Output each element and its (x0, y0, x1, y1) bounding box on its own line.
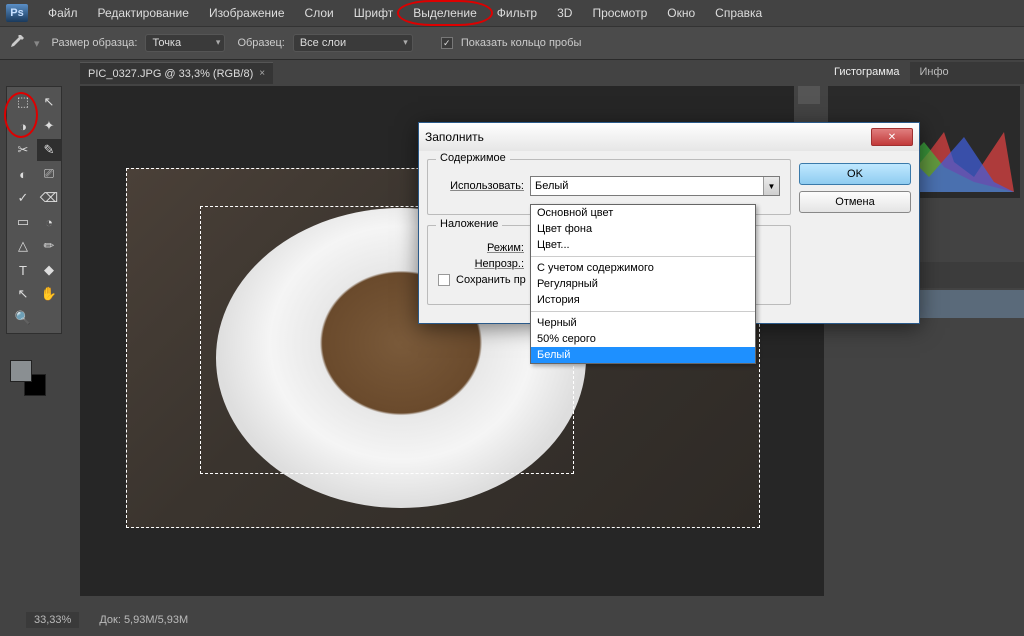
dodge-tool-icon[interactable]: △ (11, 235, 35, 257)
panel-icon[interactable] (798, 86, 820, 104)
show-ring-checkbox[interactable]: ✓ (441, 37, 453, 49)
menu-filter[interactable]: Фильтр (487, 2, 547, 24)
dropdown-item-selected[interactable]: Белый (531, 347, 755, 363)
use-label: Использовать: (438, 180, 524, 192)
menu-select[interactable]: Выделение (403, 2, 487, 24)
close-icon[interactable]: × (259, 68, 265, 79)
menu-window[interactable]: Окно (657, 2, 705, 24)
zoom-tool-icon[interactable]: 🔍 (11, 307, 35, 329)
doc-size-label: Док: (99, 614, 121, 626)
document-tab-label: PIC_0327.JPG @ 33,3% (RGB/8) (88, 68, 253, 80)
menu-type[interactable]: Шрифт (344, 2, 403, 24)
dialog-title: Заполнить (425, 130, 484, 144)
dialog-titlebar[interactable]: Заполнить ✕ (419, 123, 919, 151)
pen-tool-icon[interactable]: ✏ (37, 235, 61, 257)
type-tool-icon[interactable]: T (11, 259, 35, 281)
menu-image[interactable]: Изображение (199, 2, 295, 24)
menu-edit[interactable]: Редактирование (88, 2, 199, 24)
tab-info[interactable]: Инфо (910, 62, 959, 84)
status-bar: 33,33% Док: 5,93M/5,93M (26, 608, 188, 632)
dropdown-item[interactable]: Регулярный (531, 276, 755, 292)
dropdown-item[interactable]: Цвет... (531, 237, 755, 253)
options-bar: ▾ Размер образца: Точка Образец: Все сло… (0, 26, 1024, 60)
dropdown-separator (531, 311, 755, 312)
healing-tool-icon[interactable]: ◐ (11, 163, 35, 185)
menu-help[interactable]: Справка (705, 2, 772, 24)
ok-button[interactable]: OK (799, 163, 911, 185)
lasso-tool-icon[interactable]: ◑ (11, 115, 35, 137)
sample-layers-label: Образец: (237, 37, 284, 49)
show-ring-label: Показать кольцо пробы (461, 37, 582, 49)
histogram-panel-tabs: Гистограмма Инфо (824, 62, 1024, 84)
sample-size-label: Размер образца: (52, 37, 138, 49)
chevron-down-icon[interactable]: ▼ (763, 177, 779, 195)
dropdown-separator (531, 256, 755, 257)
blend-legend: Наложение (436, 218, 502, 230)
app-logo: Ps (6, 4, 28, 22)
sample-layers-select[interactable]: Все слои (293, 34, 413, 52)
crop-tool-icon[interactable]: ✂ (11, 139, 35, 161)
menu-file[interactable]: Файл (38, 2, 88, 24)
menu-bar: Ps Файл Редактирование Изображение Слои … (0, 0, 1024, 26)
dropdown-item[interactable]: Цвет фона (531, 221, 755, 237)
eraser-tool-icon[interactable]: ⌫ (37, 187, 61, 209)
sample-size-select[interactable]: Точка (145, 34, 225, 52)
menu-3d[interactable]: 3D (547, 2, 582, 24)
cancel-button[interactable]: Отмена (799, 191, 911, 213)
blur-tool-icon[interactable]: ◔ (37, 211, 61, 233)
tab-histogram[interactable]: Гистограмма (824, 62, 910, 84)
document-tabs: PIC_0327.JPG @ 33,3% (RGB/8) × (80, 62, 273, 84)
marquee-tool-icon[interactable]: ⬚ (11, 91, 35, 113)
use-dropdown[interactable]: Основной цвет Цвет фона Цвет... С учетом… (530, 204, 756, 364)
tool-palette: ⬚ ↖ ◑ ✦ ✂ ✎ ◐ ⎚ ✓ ⌫ ▭ ◔ △ ✏ T ◆ ↖ ✋ 🔍 (6, 86, 62, 334)
gradient-tool-icon[interactable]: ▭ (11, 211, 35, 233)
document-tab[interactable]: PIC_0327.JPG @ 33,3% (RGB/8) × (80, 62, 273, 84)
collapsed-panel-icons[interactable] (794, 82, 824, 122)
eyedropper-tool-icon[interactable]: ✎ (37, 139, 61, 161)
content-legend: Содержимое (436, 152, 510, 164)
eyedropper-icon (8, 34, 26, 52)
quick-select-tool-icon[interactable]: ✦ (37, 115, 61, 137)
zoom-level[interactable]: 33,33% (26, 612, 79, 628)
brush-tool-icon[interactable]: ⎚ (37, 163, 61, 185)
menu-layers[interactable]: Слои (295, 2, 344, 24)
dropdown-item[interactable]: История (531, 292, 755, 308)
dropdown-item[interactable]: Основной цвет (531, 205, 755, 221)
use-select[interactable]: Белый ▼ (530, 176, 780, 196)
opacity-label: Непрозр.: (438, 258, 524, 270)
dropdown-item[interactable]: С учетом содержимого (531, 260, 755, 276)
hand-tool-icon[interactable]: ✋ (37, 283, 61, 305)
menu-view[interactable]: Просмотр (582, 2, 657, 24)
path-select-tool-icon[interactable]: ↖ (11, 283, 35, 305)
shape-tool-icon[interactable]: ◆ (37, 259, 61, 281)
mode-label: Режим: (438, 242, 524, 254)
doc-size-value: 5,93M/5,93M (124, 614, 188, 626)
dialog-close-button[interactable]: ✕ (871, 128, 913, 146)
use-value: Белый (535, 180, 568, 192)
dropdown-item[interactable]: 50% серого (531, 331, 755, 347)
preserve-label: Сохранить пр (456, 274, 526, 286)
move-tool-icon[interactable]: ↖ (37, 91, 61, 113)
foreground-color-swatch[interactable] (10, 360, 32, 382)
stamp-tool-icon[interactable]: ✓ (11, 187, 35, 209)
dropdown-item[interactable]: Черный (531, 315, 755, 331)
preserve-checkbox[interactable] (438, 274, 450, 286)
